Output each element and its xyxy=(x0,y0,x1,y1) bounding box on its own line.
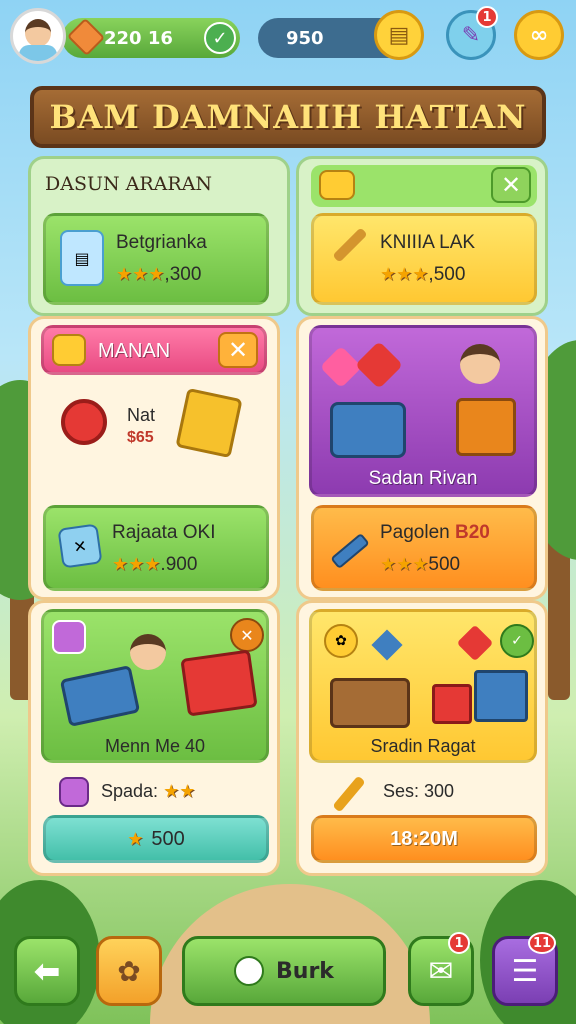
card-value: ,500 xyxy=(428,264,466,285)
top-bar: 220 16 ✓ 950 ▤ ✎ 1 ∞ xyxy=(8,6,568,66)
card-title: Betgrianka xyxy=(116,232,207,253)
reward-card-mid-left[interactable]: ✕ Rajaata OKI ★★★.900 xyxy=(43,505,269,591)
coin-icon: ★ xyxy=(127,828,144,850)
treasure-chest-icon xyxy=(330,402,406,458)
card-value: 500 xyxy=(428,554,461,575)
character-head xyxy=(130,634,166,670)
gift-small-icon xyxy=(59,777,89,807)
panel-daily-right: ✕ KNIIIA LAK ★★★,500 xyxy=(296,156,548,316)
card-code: B20 xyxy=(455,522,490,543)
chat-badge: 1 xyxy=(448,932,470,954)
featured-item-card[interactable]: Sadan Rivan xyxy=(309,325,537,497)
reward-card-mid-right[interactable]: Pagolen B20 ★★★500 xyxy=(311,505,537,591)
tablet-icon xyxy=(59,665,141,727)
gear-icon xyxy=(61,399,107,445)
heart-icon xyxy=(456,624,494,662)
panel-header: ✕ xyxy=(311,165,537,207)
page-title: BAM DAMNAIIH HATIAN xyxy=(49,98,527,136)
card-title: KNIIIA LAK xyxy=(380,232,476,253)
map-icon: ✕ xyxy=(57,523,103,569)
item-label: Nat xyxy=(127,405,156,425)
panel-offer-left: ✕ Menn Me 40 Spada: ★★ ★ 500 xyxy=(28,600,280,876)
gem-icon xyxy=(371,629,403,661)
star-rating: ★★★ xyxy=(116,264,165,284)
currency-amount: 220 16 xyxy=(104,27,173,49)
main-action-label: Burk xyxy=(276,958,334,984)
menu-badge: 11 xyxy=(528,932,556,954)
shop-header: MANAN ✕ xyxy=(41,325,267,375)
card-book-icon: ▤ xyxy=(60,230,104,286)
character-head xyxy=(460,344,500,384)
battery-icon xyxy=(330,532,370,570)
card-value: ,300 xyxy=(164,264,202,285)
gold-bar-icon xyxy=(175,387,243,459)
check-icon[interactable]: ✓ xyxy=(204,22,236,54)
leaf-icon xyxy=(234,956,265,986)
panel-shop-left: MANAN ✕ Nat $65 ✕ Rajaata OKI ★★★.900 xyxy=(28,316,280,600)
heart-icon-2 xyxy=(354,340,404,390)
offer-label-row: Spada: ★★ xyxy=(101,781,195,802)
key-icon xyxy=(332,227,368,263)
item-price: $65 xyxy=(127,429,154,446)
offer-label: Ses: 300 xyxy=(383,781,455,801)
notification-badge: 1 xyxy=(476,6,498,28)
card-title-row: Pagolen B20 xyxy=(380,522,490,544)
star-rating: ★★ xyxy=(163,781,196,801)
shop-title: MANAN xyxy=(98,340,171,362)
gift-blue-icon xyxy=(474,670,528,722)
close-icon[interactable]: ✕ xyxy=(218,332,258,368)
offer-label: Spada: xyxy=(101,781,159,801)
panel-shop-right: Sadan Rivan Pagolen B20 ★★★500 xyxy=(296,316,548,600)
secondary-currency-amount: 950 xyxy=(286,27,324,49)
tools-icon[interactable]: ✕ xyxy=(230,618,264,652)
panel-daily-left: DASUN ARARAN ▤ Betgrianka ★★★,300 xyxy=(28,156,290,316)
shop-bag-icon: ✿ xyxy=(117,954,141,988)
card-value-row: ★★★.900 xyxy=(112,554,197,576)
featured-item-name: Sadan Rivan xyxy=(368,468,478,489)
gift-box-icon xyxy=(180,649,258,717)
panel-offer-right: ✿ ✓ Sradin Ragat Ses: 300 18:20M xyxy=(296,600,548,876)
back-arrow-icon: ⬅ xyxy=(33,952,61,990)
back-button[interactable]: ⬅ xyxy=(14,936,80,1006)
clover-icon: ✿ xyxy=(324,624,358,658)
star-rating: ★★★ xyxy=(380,264,429,284)
box-icon xyxy=(52,334,86,366)
star-rating: ★★★ xyxy=(380,554,429,574)
infinity-icon[interactable]: ∞ xyxy=(514,10,564,60)
timer-label: 18:20M xyxy=(390,827,458,850)
offer-item-name: Sradin Ragat xyxy=(370,736,476,756)
buy-button-left[interactable]: ★ 500 xyxy=(43,815,269,863)
gift-red-icon xyxy=(432,684,472,724)
offer-item-name: Menn Me 40 xyxy=(104,736,206,756)
buy-price: 500 xyxy=(151,827,185,850)
player-avatar[interactable] xyxy=(10,8,66,64)
gift-icon xyxy=(456,398,516,456)
star-rating: ★★★ xyxy=(112,554,161,574)
chest-open-icon xyxy=(330,678,410,728)
card-value: .900 xyxy=(160,554,198,575)
main-action-button[interactable]: Burk xyxy=(182,936,386,1006)
pencil-icon xyxy=(332,775,366,813)
shop-button[interactable]: ✿ xyxy=(96,936,162,1006)
chat-icon: ✉ xyxy=(428,953,454,989)
menu-icon: ☰ xyxy=(511,953,539,989)
title-banner: BAM DAMNAIIH HATIAN xyxy=(30,86,546,148)
reward-card-top-left[interactable]: ▤ Betgrianka ★★★,300 xyxy=(43,213,269,305)
card-value-row: ★★★500 xyxy=(380,554,460,576)
chest-icon[interactable]: ▤ xyxy=(374,10,424,60)
card-value-row: ★★★,300 xyxy=(116,264,201,286)
card-title: Rajaata OKI xyxy=(112,522,216,543)
card-value-row: ★★★,500 xyxy=(380,264,465,286)
offer-card-right[interactable]: ✿ ✓ Sradin Ragat xyxy=(309,609,537,763)
timer-button-right[interactable]: 18:20M xyxy=(311,815,537,863)
heart-icon xyxy=(319,345,363,389)
offer-card-left[interactable]: ✕ Menn Me 40 xyxy=(41,609,269,763)
reward-card-top-right[interactable]: KNIIIA LAK ★★★,500 xyxy=(311,213,537,305)
map-small-icon xyxy=(52,620,86,654)
chat-small-icon: ✓ xyxy=(500,624,534,658)
section-title: DASUN ARARAN xyxy=(45,173,213,195)
close-icon[interactable]: ✕ xyxy=(491,167,531,203)
card-title: Pagolen xyxy=(380,522,450,543)
chest-small-icon xyxy=(319,170,355,200)
